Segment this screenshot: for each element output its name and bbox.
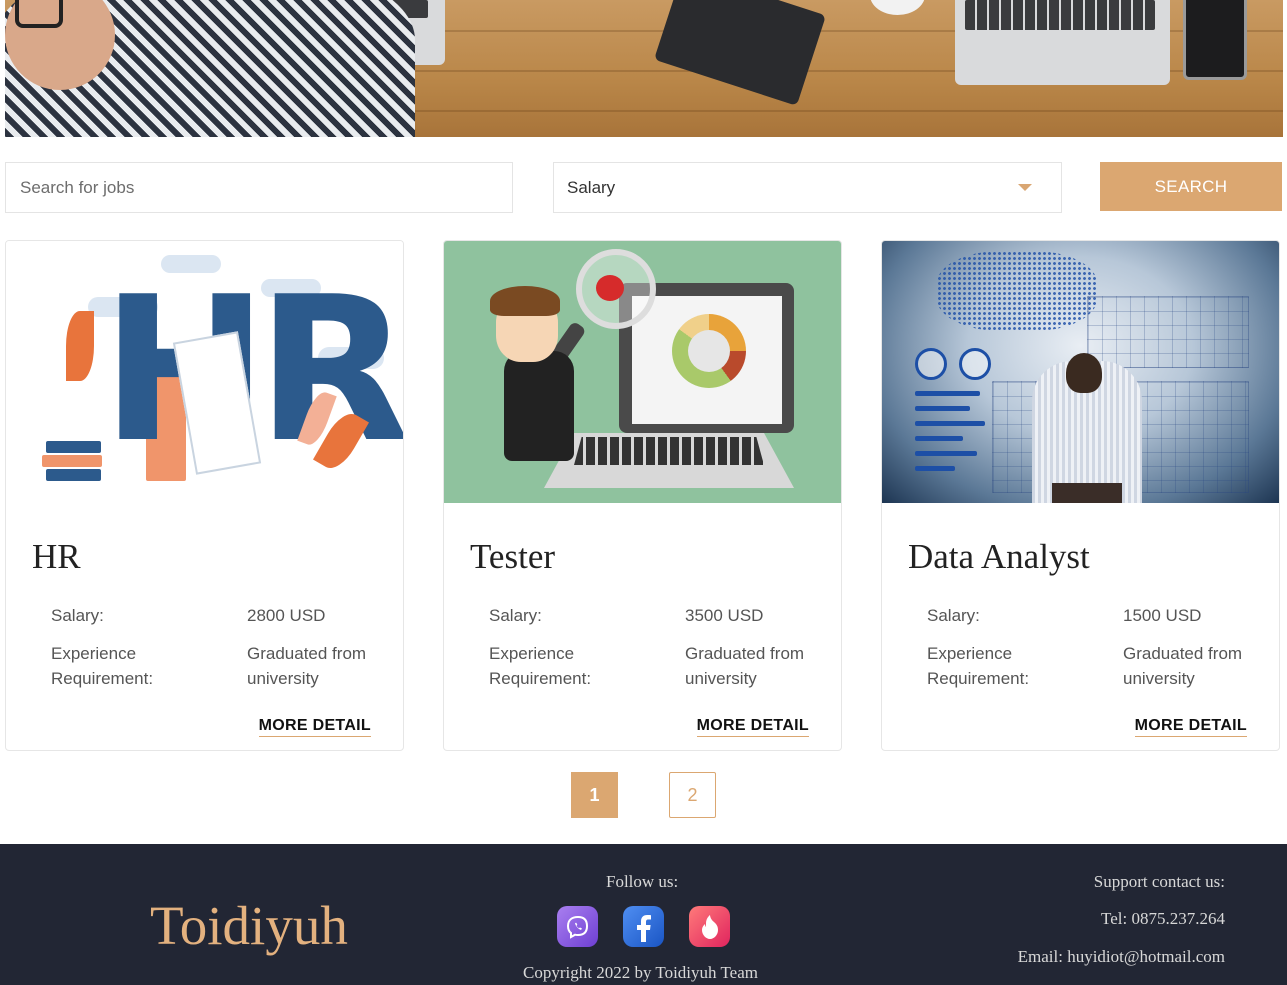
- support-tel: Tel: 0875.237.264: [1101, 909, 1225, 928]
- viber-icon[interactable]: [557, 906, 598, 947]
- gauge-icon: [915, 348, 947, 380]
- salary-value: 1500 USD: [1123, 606, 1202, 625]
- salary-value: 3500 USD: [685, 606, 764, 625]
- experience-value: Graduated from university: [1123, 644, 1243, 688]
- salary-label: Salary:: [927, 606, 980, 625]
- experience-label: Experience Requirement:: [51, 644, 154, 688]
- experience-value: Graduated from university: [247, 644, 367, 688]
- job-title: HR: [32, 537, 81, 576]
- bar-graphic: [915, 391, 980, 396]
- data-analyst-illustration: [882, 241, 1279, 503]
- laptop-keyboard: [574, 437, 764, 465]
- laptop-illustration: [653, 0, 827, 106]
- ladybug-icon: [596, 275, 624, 301]
- search-input[interactable]: [5, 162, 513, 213]
- support-email[interactable]: Email: huyidiot@hotmail.com: [1018, 947, 1225, 967]
- experience-label: Experience Requirement:: [489, 644, 592, 688]
- facebook-icon[interactable]: [623, 906, 664, 947]
- hero-banner-image: [5, 0, 1283, 137]
- chevron-down-icon: [1018, 184, 1032, 191]
- page-button-2[interactable]: 2: [669, 772, 716, 818]
- bar-graphic: [915, 436, 963, 441]
- experience-value: Graduated from university: [685, 644, 805, 688]
- salary-select[interactable]: Salary: [553, 162, 1062, 213]
- bar-graphic: [915, 421, 985, 426]
- job-card: Tester Salary: 3500 USD Experience Requi…: [443, 240, 842, 751]
- salary-select-value: Salary: [567, 177, 616, 197]
- more-detail-link[interactable]: MORE DETAIL: [258, 717, 371, 737]
- tester-illustration: [444, 241, 841, 503]
- follow-us-label: Follow us:: [606, 872, 679, 891]
- experience-label: Experience Requirement:: [927, 644, 1030, 688]
- footer: Toidiyuh Follow us: Copyright 2022 by To…: [0, 844, 1287, 985]
- gauge-icon: [959, 348, 991, 380]
- phone-illustration: [1183, 0, 1247, 80]
- tinder-icon[interactable]: [689, 906, 730, 947]
- book-shape: [46, 441, 101, 453]
- donut-center: [688, 330, 730, 372]
- job-card: HR HR Salary: 2800 USD Experience Requir…: [5, 240, 404, 751]
- world-map-graphic: [937, 251, 1097, 331]
- bar-graphic: [915, 451, 977, 456]
- job-card: Data Analyst Salary: 1500 USD Experience…: [881, 240, 1280, 751]
- analyst-head: [1066, 353, 1102, 393]
- footer-brand-logo: Toidiyuh: [150, 895, 348, 956]
- stock-chart-graphic: [1087, 296, 1249, 368]
- glasses-icon: [15, 0, 63, 28]
- book-shape: [46, 469, 101, 481]
- laptop-keys: [965, 0, 1155, 30]
- copyright-text: Copyright 2022 by Toidiyuh Team: [523, 963, 758, 982]
- page-button-1[interactable]: 1: [571, 772, 618, 818]
- analyst-pants: [1052, 483, 1122, 503]
- support-label: Support contact us:: [1093, 872, 1225, 891]
- job-title: Data Analyst: [908, 537, 1090, 576]
- salary-label: Salary:: [489, 606, 542, 625]
- hr-illustration: HR: [6, 241, 403, 503]
- bar-graphic: [915, 466, 955, 471]
- more-detail-link[interactable]: MORE DETAIL: [696, 717, 809, 737]
- job-title: Tester: [470, 537, 556, 576]
- book-shape: [42, 455, 102, 467]
- tester-character-hair: [490, 286, 560, 316]
- salary-value: 2800 USD: [247, 606, 326, 625]
- salary-label: Salary:: [51, 606, 104, 625]
- bar-graphic: [915, 406, 970, 411]
- leaf-shape: [66, 311, 94, 381]
- more-detail-link[interactable]: MORE DETAIL: [1134, 717, 1247, 737]
- cup-illustration: [870, 0, 925, 15]
- search-button[interactable]: SEARCH: [1100, 162, 1282, 211]
- tester-character-body: [504, 351, 574, 461]
